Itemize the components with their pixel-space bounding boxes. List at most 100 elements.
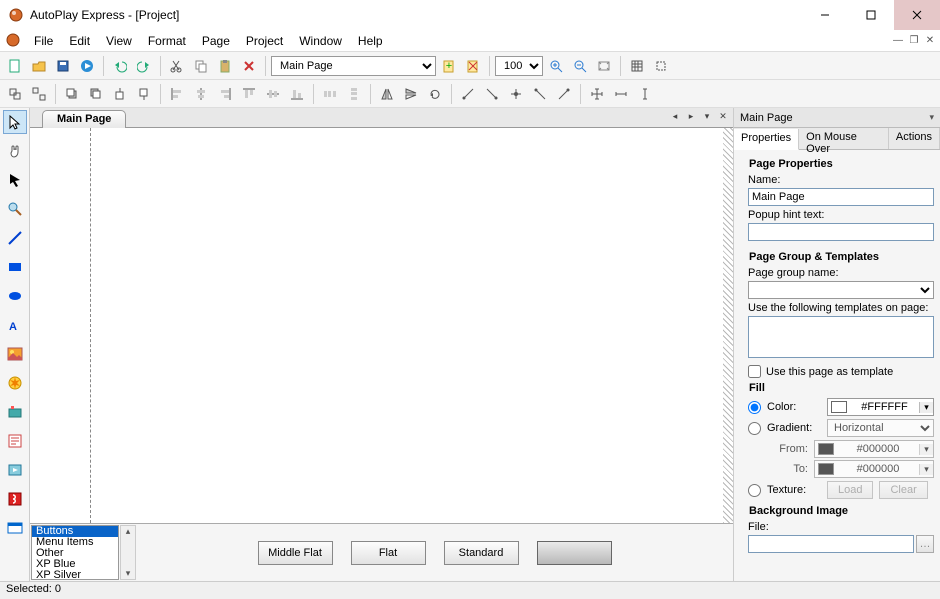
radio-gradient[interactable]: [748, 422, 761, 435]
tool-hotspot[interactable]: [3, 400, 27, 424]
color-picker[interactable]: #FFFFFF ▾: [827, 398, 934, 416]
anchor-tr-icon[interactable]: [481, 83, 503, 105]
tool-html[interactable]: [3, 429, 27, 453]
palette-categories[interactable]: Buttons Menu Items Other XP Blue XP Silv…: [31, 525, 119, 580]
color-from[interactable]: #000000 ▾: [814, 440, 934, 458]
new-icon[interactable]: [4, 55, 26, 77]
rotate-icon[interactable]: [424, 83, 446, 105]
ungroup-icon[interactable]: [28, 83, 50, 105]
palette-preview-2[interactable]: Flat: [351, 541, 426, 565]
undo-icon[interactable]: [109, 55, 131, 77]
palette-preview-3[interactable]: Standard: [444, 541, 519, 565]
radio-texture[interactable]: [748, 484, 761, 497]
menu-project[interactable]: Project: [238, 32, 291, 50]
run-icon[interactable]: [76, 55, 98, 77]
paste-icon[interactable]: [214, 55, 236, 77]
distribute-h-icon[interactable]: [319, 83, 341, 105]
tool-rect[interactable]: [3, 255, 27, 279]
tool-select-arrow[interactable]: [3, 168, 27, 192]
align-middle-v-icon[interactable]: [262, 83, 284, 105]
page-selector[interactable]: Main Page: [271, 56, 436, 76]
tool-media[interactable]: [3, 458, 27, 482]
tab-actions[interactable]: Actions: [889, 128, 940, 149]
resize-h-icon[interactable]: [634, 83, 656, 105]
zoom-in-icon[interactable]: [545, 55, 567, 77]
chevron-down-icon[interactable]: ▾: [919, 464, 933, 475]
palette-scrollbar[interactable]: ▴▾: [120, 525, 136, 580]
anchor-br-icon[interactable]: [553, 83, 575, 105]
forward-icon[interactable]: [109, 83, 131, 105]
checkbox-use-as-template[interactable]: [748, 365, 761, 378]
minimize-button[interactable]: [802, 0, 848, 30]
button-clear[interactable]: Clear: [879, 481, 927, 499]
input-name[interactable]: [748, 188, 934, 206]
snap-icon[interactable]: [650, 55, 672, 77]
tab-close-icon[interactable]: ✕: [717, 110, 729, 122]
add-page-icon[interactable]: +: [438, 55, 460, 77]
tab-mouseover[interactable]: On Mouse Over: [799, 128, 889, 149]
input-hint[interactable]: [748, 223, 934, 241]
delete-icon[interactable]: [238, 55, 260, 77]
anchor-tl-icon[interactable]: [457, 83, 479, 105]
palette-cat-xpsilver[interactable]: XP Silver: [32, 570, 118, 580]
redo-icon[interactable]: [133, 55, 155, 77]
menu-page[interactable]: Page: [194, 32, 238, 50]
mdi-close-icon[interactable]: ✕: [924, 35, 936, 47]
combo-gradient[interactable]: Horizontal: [827, 419, 934, 437]
menu-window[interactable]: Window: [291, 32, 350, 50]
group-icon[interactable]: [4, 83, 26, 105]
tool-image[interactable]: [3, 342, 27, 366]
input-bg-file[interactable]: [748, 535, 914, 553]
menu-view[interactable]: View: [98, 32, 140, 50]
resize-both-icon[interactable]: [586, 83, 608, 105]
anchor-bl-icon[interactable]: [529, 83, 551, 105]
tool-activex[interactable]: [3, 516, 27, 540]
align-bottom-icon[interactable]: [286, 83, 308, 105]
flip-h-icon[interactable]: [376, 83, 398, 105]
send-back-icon[interactable]: [85, 83, 107, 105]
open-icon[interactable]: [28, 55, 50, 77]
backward-icon[interactable]: [133, 83, 155, 105]
check-use-as-template[interactable]: Use this page as template: [748, 365, 934, 378]
page-tab[interactable]: Main Page: [42, 110, 126, 128]
chevron-down-icon[interactable]: ▾: [919, 402, 933, 413]
tool-pointer[interactable]: [3, 110, 27, 134]
browse-button[interactable]: …: [916, 535, 934, 553]
design-canvas[interactable]: [30, 128, 733, 523]
tab-properties[interactable]: Properties: [734, 129, 799, 150]
menu-help[interactable]: Help: [350, 32, 391, 50]
bring-front-icon[interactable]: [61, 83, 83, 105]
zoom-selector[interactable]: 100%: [495, 56, 543, 76]
mdi-restore-icon[interactable]: ❐: [908, 35, 920, 47]
tab-prev-icon[interactable]: ◂: [669, 110, 681, 122]
menu-edit[interactable]: Edit: [61, 32, 98, 50]
flip-v-icon[interactable]: [400, 83, 422, 105]
menu-file[interactable]: File: [26, 32, 61, 50]
tab-menu-icon[interactable]: ▾: [701, 110, 713, 122]
radio-color[interactable]: [748, 401, 761, 414]
align-left-icon[interactable]: [166, 83, 188, 105]
menu-format[interactable]: Format: [140, 32, 194, 50]
properties-header[interactable]: Main Page ▾: [734, 108, 940, 128]
tool-text[interactable]: A: [3, 313, 27, 337]
combo-group-name[interactable]: [748, 281, 934, 299]
zoom-fit-icon[interactable]: [593, 55, 615, 77]
align-top-icon[interactable]: [238, 83, 260, 105]
align-center-h-icon[interactable]: [190, 83, 212, 105]
tool-flash[interactable]: [3, 487, 27, 511]
cut-icon[interactable]: [166, 55, 188, 77]
anchor-center-icon[interactable]: [505, 83, 527, 105]
tool-animation[interactable]: [3, 371, 27, 395]
mdi-minimize-icon[interactable]: —: [892, 35, 904, 47]
close-button[interactable]: [894, 0, 940, 30]
color-to[interactable]: #000000 ▾: [814, 460, 934, 478]
resize-w-icon[interactable]: [610, 83, 632, 105]
tool-ellipse[interactable]: [3, 284, 27, 308]
chevron-down-icon[interactable]: ▾: [929, 112, 934, 123]
palette-preview-4[interactable]: [537, 541, 612, 565]
maximize-button[interactable]: [848, 0, 894, 30]
chevron-down-icon[interactable]: ▾: [919, 444, 933, 455]
tab-next-icon[interactable]: ▸: [685, 110, 697, 122]
tool-zoom[interactable]: [3, 197, 27, 221]
textarea-templates[interactable]: [748, 316, 934, 358]
